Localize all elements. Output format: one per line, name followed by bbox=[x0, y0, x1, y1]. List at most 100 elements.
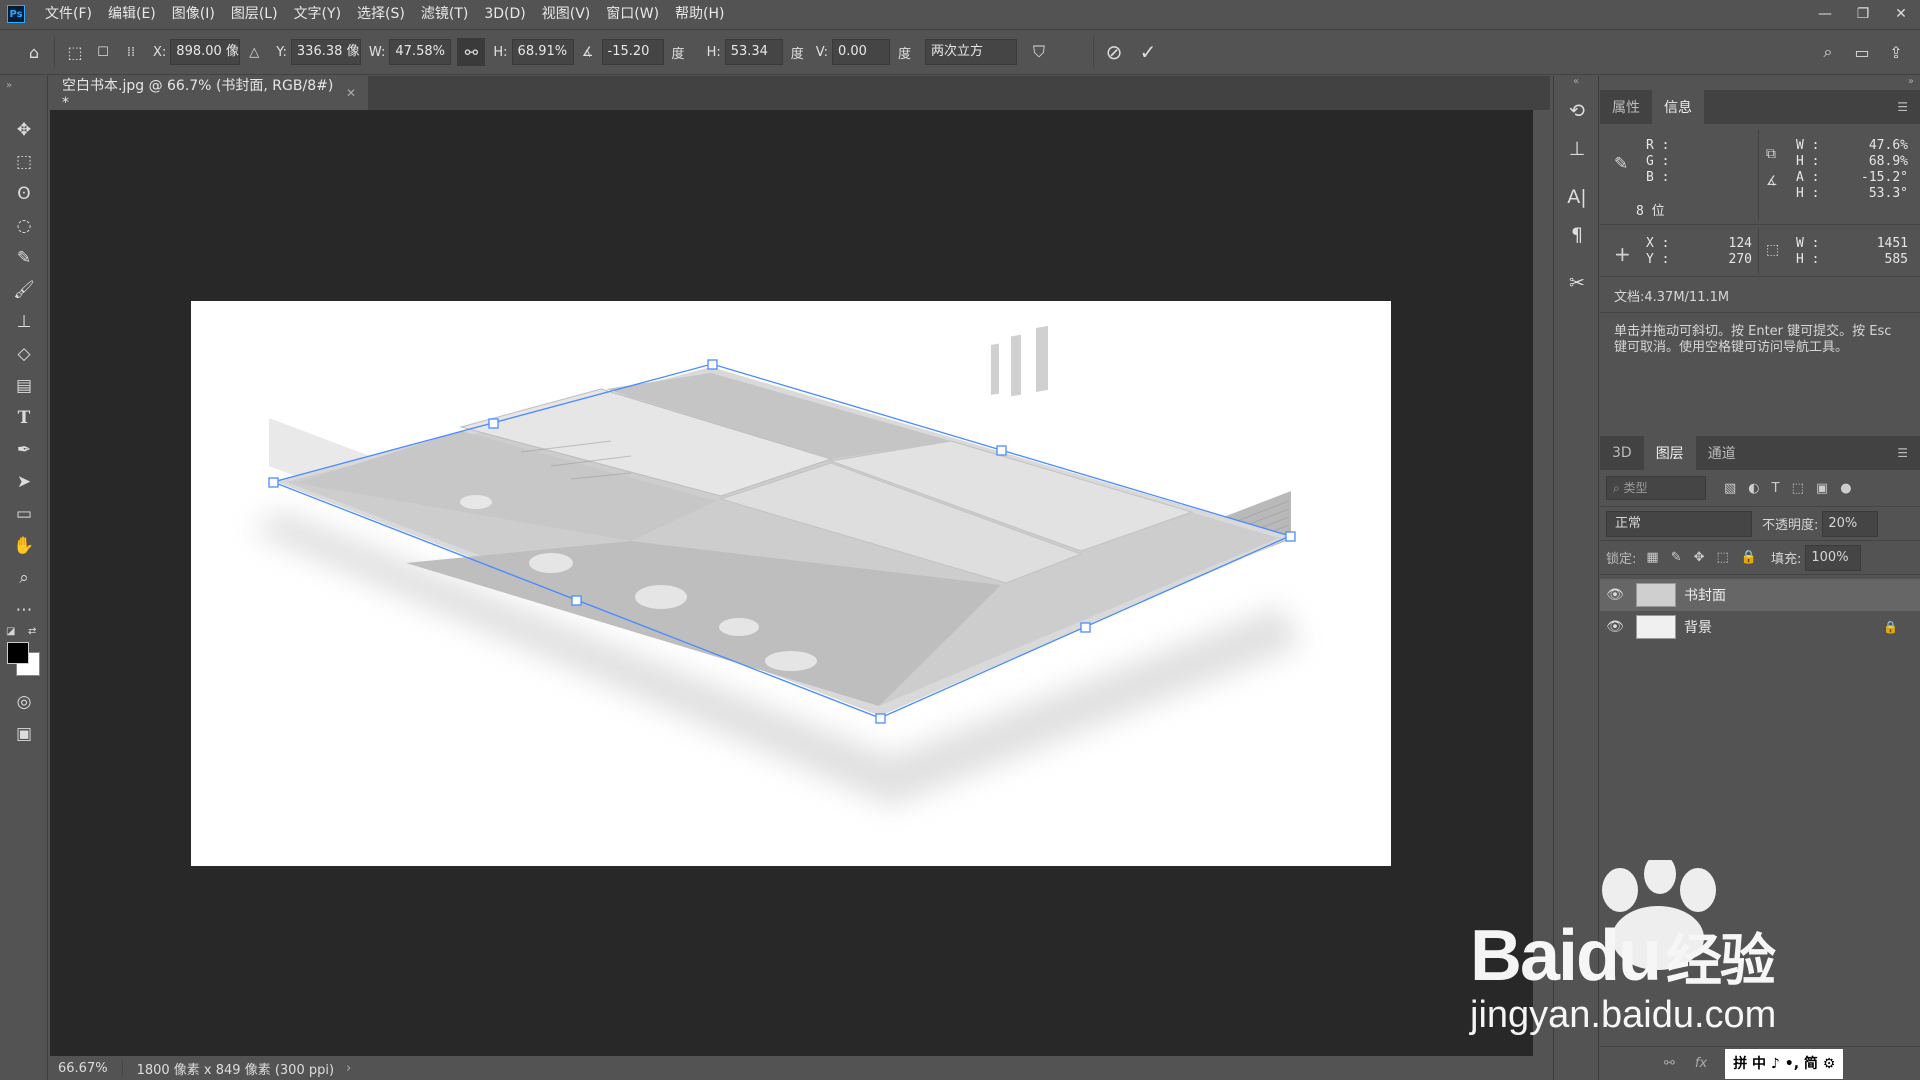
tab-3d[interactable]: 3D bbox=[1600, 436, 1644, 470]
shape-filter-icon[interactable]: ⬚ bbox=[1792, 481, 1804, 496]
warp-icon[interactable]: ⛉ bbox=[1025, 38, 1053, 66]
adjustment-filter-icon[interactable]: ◐ bbox=[1748, 481, 1759, 496]
swap-colors-icon[interactable]: ⇄ bbox=[28, 626, 36, 637]
hand-tool-icon[interactable]: ✋ bbox=[0, 530, 48, 562]
cancel-transform-icon[interactable]: ⊘ bbox=[1100, 38, 1128, 66]
collapse-icon[interactable]: » bbox=[0, 76, 47, 114]
default-colors-icon[interactable]: ◪ bbox=[6, 626, 15, 637]
layer-row[interactable]: 👁 书封面 bbox=[1600, 579, 1920, 611]
panel-menu-icon[interactable]: ☰ bbox=[1885, 436, 1920, 470]
skew-h-field[interactable]: 53.34 bbox=[724, 39, 783, 65]
visibility-eye-icon[interactable]: 👁 bbox=[1600, 587, 1630, 603]
screen-mode-icon[interactable]: ▣ bbox=[0, 718, 48, 750]
brush-tool-icon[interactable]: 🖌 bbox=[0, 274, 48, 306]
lock-transparency-icon[interactable]: ▦ bbox=[1646, 550, 1658, 565]
fill-field[interactable]: 100% bbox=[1805, 544, 1862, 571]
menu-item[interactable]: 3D(D) bbox=[476, 0, 533, 28]
foreground-color-swatch[interactable] bbox=[7, 642, 29, 664]
lock-artboard-icon[interactable]: ⬚ bbox=[1717, 550, 1729, 565]
layer-row[interactable]: 👁 背景 🔒 bbox=[1600, 611, 1920, 643]
blend-mode-select[interactable]: 正常 bbox=[1606, 510, 1752, 537]
filter-toggle-icon[interactable]: ● bbox=[1840, 481, 1851, 496]
lock-all-icon[interactable]: 🔒 bbox=[1741, 550, 1757, 565]
character-icon[interactable]: A| bbox=[1554, 178, 1600, 216]
relative-position-icon[interactable]: △ bbox=[240, 38, 268, 66]
layer-name[interactable]: 背景 bbox=[1684, 617, 1712, 637]
ime-toolbar[interactable]: 拼 中 ♪ •, 简 ⚙ bbox=[1725, 1048, 1844, 1079]
share-icon[interactable]: ⇪ bbox=[1882, 38, 1910, 66]
angle-field[interactable]: -15.20 bbox=[601, 39, 664, 65]
type-tool-icon[interactable]: T bbox=[0, 402, 48, 434]
menu-item[interactable]: 帮助(H) bbox=[667, 0, 732, 28]
visibility-eye-icon[interactable]: 👁 bbox=[1600, 619, 1630, 635]
minimize-button[interactable]: — bbox=[1806, 0, 1844, 28]
layer-name[interactable]: 书封面 bbox=[1684, 585, 1726, 605]
layer-filter-select[interactable]: ⌕ 类型 bbox=[1606, 476, 1706, 500]
close-tab-icon[interactable]: ✕ bbox=[346, 86, 356, 100]
collapse-icon[interactable]: » bbox=[1600, 76, 1920, 90]
tab-info[interactable]: 信息 bbox=[1652, 90, 1704, 124]
zoom-level[interactable]: 66.67% bbox=[50, 1060, 123, 1076]
menu-item[interactable]: 视图(V) bbox=[534, 0, 599, 28]
eyedropper-tool-icon[interactable]: ✎ bbox=[0, 242, 48, 274]
document-canvas[interactable] bbox=[191, 301, 1391, 866]
skew-v-field[interactable]: 0.00 bbox=[831, 39, 890, 65]
x-field[interactable]: 898.00 像素 bbox=[170, 39, 241, 65]
type-filter-icon[interactable]: T bbox=[1772, 481, 1780, 496]
home-icon[interactable]: ⌂ bbox=[20, 38, 48, 66]
move-tool-icon[interactable]: ✥ bbox=[0, 114, 48, 146]
reference-point-grid-icon[interactable]: ⁞⁞ bbox=[117, 38, 145, 66]
tab-properties[interactable]: 属性 bbox=[1600, 90, 1652, 124]
tab-layers[interactable]: 图层 bbox=[1643, 436, 1696, 470]
y-field[interactable]: 336.38 像素 bbox=[290, 39, 361, 65]
smart-object-filter-icon[interactable]: ▣ bbox=[1816, 481, 1828, 496]
rectangle-tool-icon[interactable]: ▭ bbox=[0, 498, 48, 530]
quick-selection-tool-icon[interactable]: ◌ bbox=[0, 210, 48, 242]
eraser-tool-icon[interactable]: ◇ bbox=[0, 338, 48, 370]
stamp-tool-icon[interactable]: ⊥ bbox=[0, 306, 48, 338]
gradient-tool-icon[interactable]: ▤ bbox=[0, 370, 48, 402]
menu-item[interactable]: 文件(F) bbox=[37, 0, 100, 28]
path-selection-tool-icon[interactable]: ➤ bbox=[0, 466, 48, 498]
transform-icon[interactable]: ⬚ bbox=[61, 38, 89, 66]
marquee-tool-icon[interactable]: ⬚ bbox=[0, 146, 48, 178]
width-field[interactable]: 47.58% bbox=[389, 39, 452, 65]
workspace-icon[interactable]: ▭ bbox=[1848, 38, 1876, 66]
interpolation-select[interactable]: 两次立方 bbox=[924, 39, 1017, 65]
lock-pixels-icon[interactable]: ✎ bbox=[1671, 550, 1682, 565]
pixel-filter-icon[interactable]: ▧ bbox=[1724, 481, 1736, 496]
height-field[interactable]: 68.91% bbox=[511, 39, 574, 65]
pen-tool-icon[interactable]: ✒ bbox=[0, 434, 48, 466]
lock-position-icon[interactable]: ✥ bbox=[1694, 550, 1705, 565]
panel-menu-icon[interactable]: ☰ bbox=[1885, 90, 1920, 124]
lasso-tool-icon[interactable]: ʘ bbox=[0, 178, 48, 210]
tab-channels[interactable]: 通道 bbox=[1696, 436, 1748, 470]
zoom-tool-icon[interactable]: ⌕ bbox=[0, 562, 48, 594]
status-arrow-icon[interactable]: › bbox=[334, 1061, 351, 1076]
menu-item[interactable]: 图像(I) bbox=[164, 0, 223, 28]
clone-source-icon[interactable]: ⊥ bbox=[1554, 130, 1600, 168]
menu-item[interactable]: 图层(L) bbox=[223, 0, 286, 28]
reference-point-checkbox[interactable]: ☐ bbox=[89, 38, 117, 66]
menu-item[interactable]: 编辑(E) bbox=[100, 0, 164, 28]
fx-icon[interactable]: fx bbox=[1695, 1056, 1707, 1071]
close-button[interactable]: ✕ bbox=[1882, 0, 1920, 28]
menu-item[interactable]: 滤镜(T) bbox=[413, 0, 476, 28]
menu-item[interactable]: 文字(Y) bbox=[286, 0, 349, 28]
search-icon[interactable]: ⌕ bbox=[1814, 38, 1842, 66]
link-layers-icon[interactable]: ⚯ bbox=[1664, 1056, 1675, 1071]
quick-mask-icon[interactable]: ◎ bbox=[0, 686, 48, 718]
menu-item[interactable]: 选择(S) bbox=[349, 0, 413, 28]
sel-h-value: 585 bbox=[1884, 252, 1908, 267]
more-tools-icon[interactable]: ⋯ bbox=[0, 594, 48, 626]
paragraph-icon[interactable]: ¶ bbox=[1554, 216, 1600, 254]
link-icon[interactable]: ⚯ bbox=[457, 38, 486, 66]
history-icon[interactable]: ⟲ bbox=[1554, 92, 1600, 130]
commit-transform-icon[interactable]: ✓ bbox=[1134, 38, 1162, 66]
menu-item[interactable]: 窗口(W) bbox=[598, 0, 667, 28]
restore-button[interactable]: ❐ bbox=[1844, 0, 1882, 28]
tool-presets-icon[interactable]: ✂ bbox=[1554, 264, 1600, 302]
document-tab[interactable]: 空白书本.jpg @ 66.7% (书封面, RGB/8#) * ✕ bbox=[50, 76, 368, 111]
collapse-icon[interactable]: « bbox=[1554, 76, 1598, 92]
opacity-field[interactable]: 20% bbox=[1822, 510, 1879, 537]
